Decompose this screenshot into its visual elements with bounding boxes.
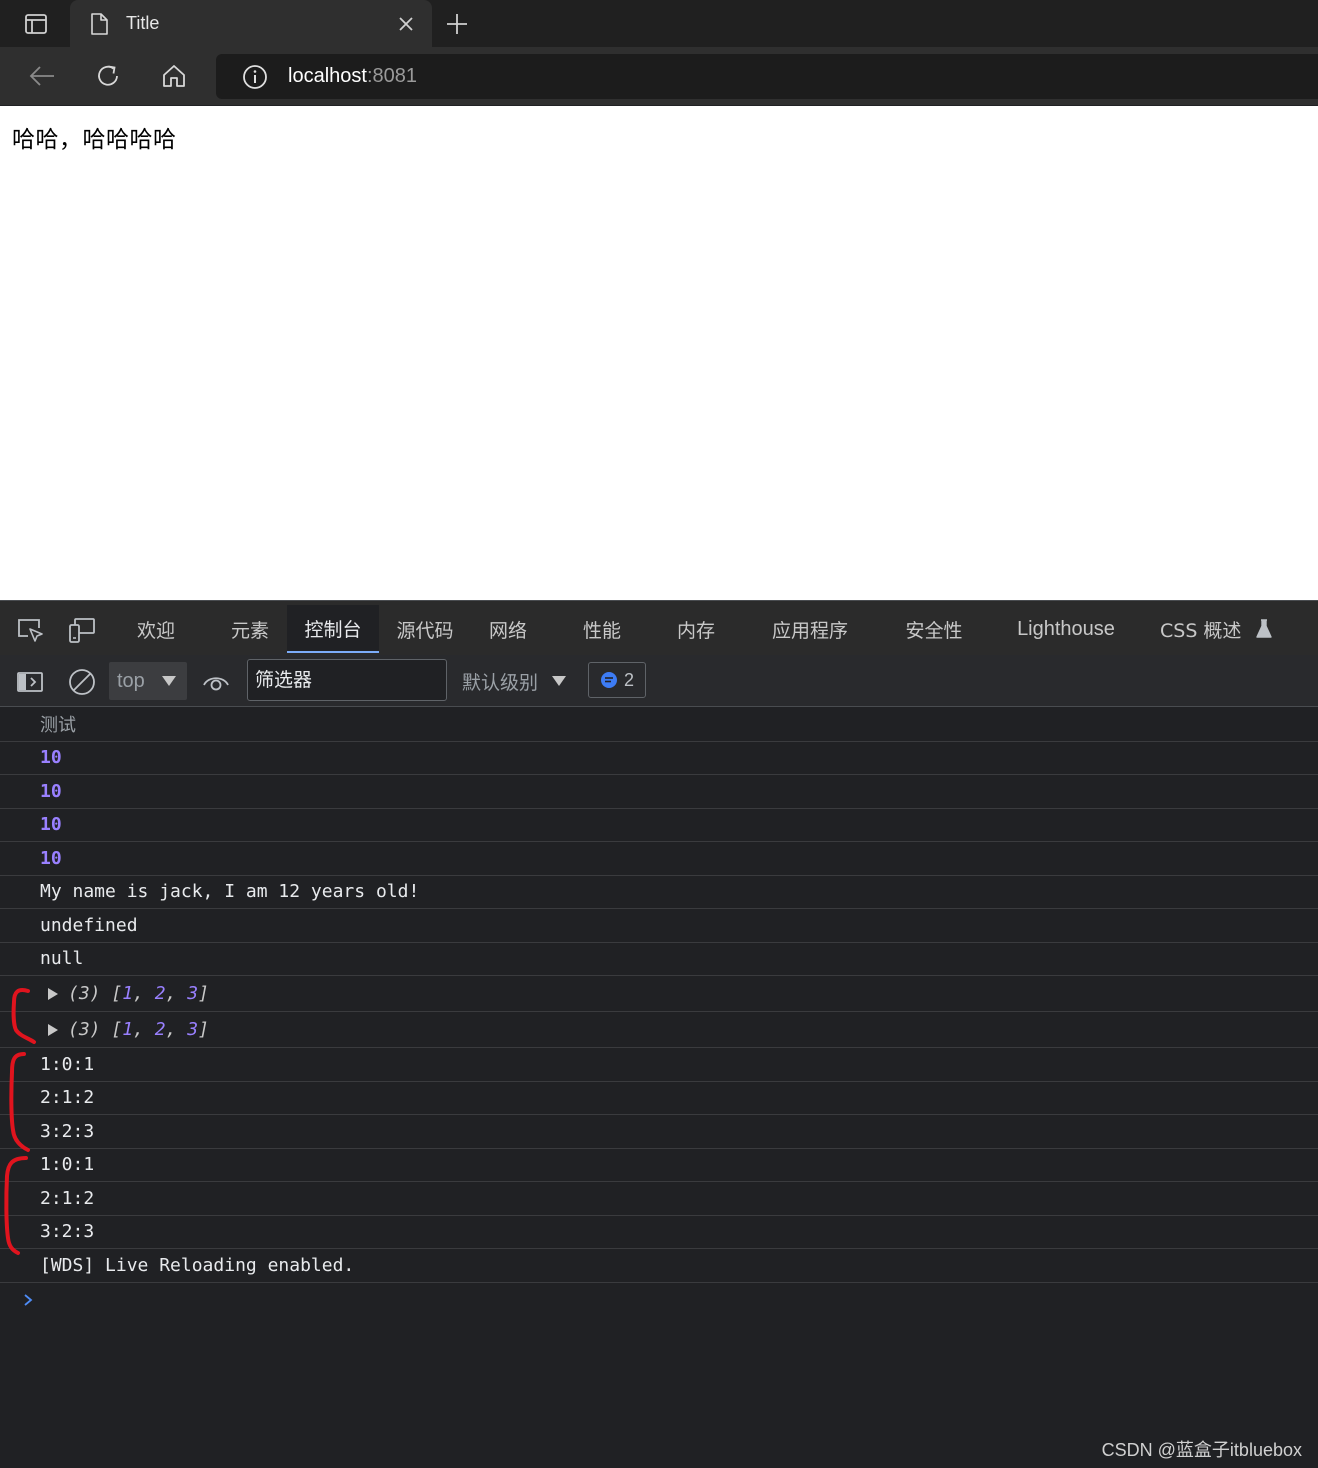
page-icon — [88, 11, 110, 37]
tab-css-overview-label: CSS 概述 — [1160, 619, 1242, 642]
tab-css-overview[interactable]: CSS 概述 — [1160, 605, 1256, 653]
clear-icon — [69, 669, 95, 695]
tab-application[interactable]: 应用程序 — [752, 605, 868, 653]
expand-triangle-icon[interactable] — [48, 987, 58, 1000]
console-message: 2:1:2 — [0, 1082, 1318, 1115]
log-level-label: 默认级别 — [462, 671, 539, 694]
info-icon[interactable] — [242, 64, 268, 90]
caret-down-icon — [552, 676, 567, 686]
issues-count: 2 — [623, 669, 634, 690]
show-sidebar-button[interactable] — [14, 665, 46, 699]
array-sep: , — [165, 1019, 188, 1040]
url-host: localhost — [288, 65, 367, 87]
clear-console-button[interactable] — [66, 665, 98, 699]
eye-icon — [203, 677, 229, 691]
console-message: 10 — [0, 842, 1318, 876]
array-sep: , — [165, 983, 188, 1004]
console-message: [WDS] Live Reloading enabled. — [0, 1249, 1318, 1283]
tab-actions-button[interactable] — [14, 8, 58, 40]
browser-tab-bar: Title — [0, 0, 1318, 47]
console-message: 2:1:2 — [0, 1182, 1318, 1216]
console-log: 测试 10 10 10 10 My name is jack, I am 12 … — [0, 708, 1318, 1283]
device-icon — [69, 618, 95, 643]
plus-icon — [447, 14, 467, 34]
log-level-selector[interactable]: 默认级别 — [462, 664, 567, 698]
console-toolbar: top 默认级别 2 — [0, 655, 1318, 707]
array-open: [ — [111, 1019, 123, 1040]
reload-button[interactable] — [90, 59, 126, 93]
page-viewport: 哈哈，哈哈哈哈 — [0, 106, 1318, 600]
browser-tab-active[interactable]: Title — [70, 0, 432, 47]
console-message: undefined — [0, 909, 1318, 943]
console-array-message[interactable]: (3) [1, 2, 3] — [0, 976, 1318, 1012]
browser-nav-bar: localhost:8081 — [0, 47, 1318, 153]
context-label: top — [117, 669, 145, 692]
filter-input[interactable] — [247, 659, 447, 701]
inspect-icon — [18, 619, 43, 642]
tab-sources[interactable]: 源代码 — [382, 605, 468, 653]
reload-icon — [98, 65, 118, 86]
array-item: 2 — [154, 983, 166, 1004]
console-message: My name is jack, I am 12 years old! — [0, 876, 1318, 909]
array-item: 1 — [122, 1019, 134, 1040]
console-array-message[interactable]: (3) [1, 2, 3] — [0, 1012, 1318, 1048]
array-open: [ — [111, 983, 123, 1004]
watermark: CSDN @蓝盒子itbluebox — [1101, 1440, 1302, 1460]
home-icon — [163, 65, 185, 87]
tab-network[interactable]: 网络 — [474, 605, 542, 653]
console-message: 10 — [0, 775, 1318, 809]
console-message: 测试 — [0, 708, 1318, 742]
console-message: 3:2:3 — [0, 1115, 1318, 1149]
inspect-element-button[interactable] — [15, 615, 45, 645]
expand-triangle-icon[interactable] — [48, 1023, 58, 1036]
console-message: 10 — [0, 809, 1318, 842]
page-body-text: 哈哈，哈哈哈哈 — [12, 127, 177, 153]
console-message: 1:0:1 — [0, 1048, 1318, 1082]
issues-button[interactable]: 2 — [588, 662, 646, 698]
context-selector[interactable]: top — [109, 662, 187, 700]
url-port: :8081 — [366, 65, 417, 87]
device-toolbar-button[interactable] — [67, 615, 97, 645]
console-message: 1:0:1 — [0, 1149, 1318, 1182]
new-tab-button[interactable] — [440, 8, 474, 40]
tab-lighthouse[interactable]: Lighthouse — [1004, 605, 1128, 653]
console-message: null — [0, 943, 1318, 976]
home-button[interactable] — [156, 59, 192, 93]
array-length: (3) — [68, 983, 101, 1004]
array-sep: , — [133, 1019, 155, 1040]
tab-close-button[interactable] — [394, 12, 418, 36]
tab-console[interactable]: 控制台 — [287, 605, 379, 653]
tab-elements[interactable]: 元素 — [214, 605, 286, 653]
array-close: ] — [198, 1019, 209, 1040]
array-item: 3 — [187, 1019, 199, 1040]
live-expression-button[interactable] — [200, 665, 232, 699]
tab-performance[interactable]: 性能 — [566, 605, 638, 653]
console-message: 3:2:3 — [0, 1216, 1318, 1249]
back-button[interactable] — [24, 59, 60, 93]
console-message: 10 — [0, 742, 1318, 775]
array-sep: , — [133, 983, 155, 1004]
message-icon — [600, 672, 617, 688]
array-item: 3 — [187, 983, 199, 1004]
array-item: 2 — [154, 1019, 166, 1040]
close-icon — [399, 17, 413, 31]
tab-welcome[interactable]: 欢迎 — [120, 605, 192, 653]
array-close: ] — [198, 983, 209, 1004]
array-item: 1 — [122, 983, 134, 1004]
tab-memory[interactable]: 内存 — [660, 605, 732, 653]
tab-title: Title — [126, 13, 160, 33]
tab-security[interactable]: 安全性 — [888, 605, 980, 653]
arrow-left-icon — [29, 66, 54, 86]
sidebar-toggle-icon — [17, 672, 43, 692]
address-bar[interactable]: localhost:8081 — [216, 54, 1318, 99]
devtools-tab-strip: 欢迎 元素 控制台 源代码 网络 性能 内存 应用程序 安全性 Lighthou… — [0, 600, 1318, 655]
caret-down-icon — [162, 676, 176, 686]
experiment-flask-icon — [1256, 619, 1272, 639]
tab-actions-icon — [25, 14, 47, 34]
array-length: (3) — [68, 1019, 101, 1040]
console-prompt-chevron-icon[interactable] — [18, 1288, 38, 1312]
